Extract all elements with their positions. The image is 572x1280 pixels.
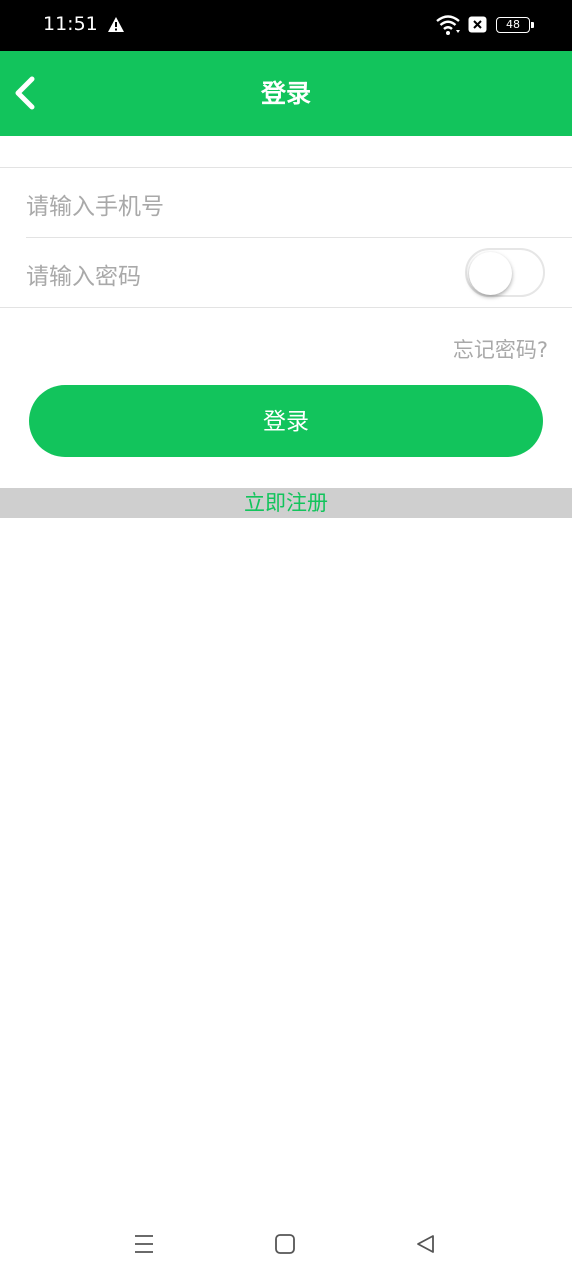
password-visibility-toggle[interactable] — [465, 248, 545, 297]
toggle-knob — [469, 252, 512, 295]
status-bar: 11:51 48 — [0, 0, 572, 51]
back-icon[interactable] — [414, 1232, 438, 1256]
divider-middle — [26, 237, 572, 238]
battery-level: 48 — [506, 18, 520, 31]
divider-bottom — [0, 307, 572, 308]
register-bar: 立即注册 — [0, 488, 572, 518]
home-icon[interactable] — [273, 1232, 297, 1256]
chevron-left-icon — [15, 76, 35, 110]
password-input[interactable]: 请输入密码 — [26, 257, 141, 291]
register-link[interactable]: 立即注册 — [0, 488, 572, 518]
forgot-password-link[interactable]: 忘记密码? — [453, 334, 548, 364]
back-button[interactable] — [8, 73, 44, 113]
battery-icon: 48 — [496, 17, 534, 33]
no-sim-icon — [468, 16, 487, 33]
wifi-icon — [436, 15, 460, 35]
system-nav-bar — [0, 1210, 572, 1280]
warning-icon — [108, 17, 124, 32]
phone-input[interactable]: 请输入手机号 — [26, 187, 164, 221]
status-time: 11:51 — [43, 13, 98, 35]
divider-top — [0, 167, 572, 168]
login-button[interactable]: 登录 — [29, 385, 543, 457]
app-bar: 登录 — [0, 51, 572, 136]
page-title: 登录 — [260, 79, 311, 108]
menu-icon[interactable] — [132, 1232, 156, 1256]
